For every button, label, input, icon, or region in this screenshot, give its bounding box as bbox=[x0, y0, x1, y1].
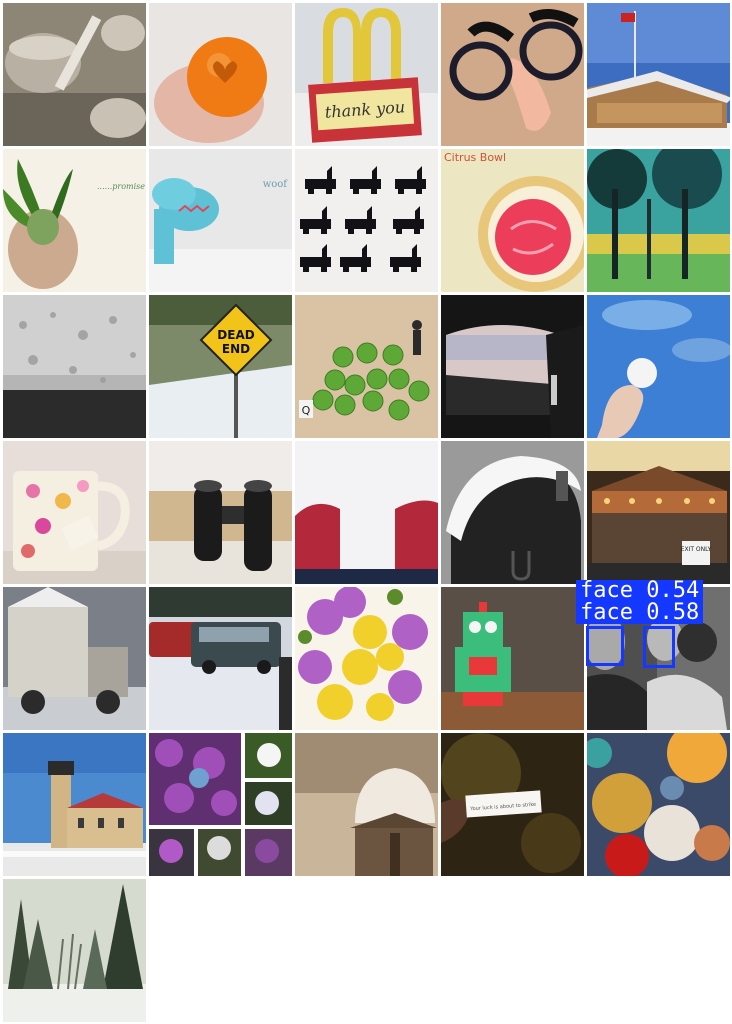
hyacinth-bulb-photo[interactable]: ......promise bbox=[3, 149, 146, 292]
blue-toy-dog-photo[interactable]: woof bbox=[149, 149, 292, 292]
face-detection-label: face 0.54 bbox=[576, 580, 704, 602]
orange-heart-photo[interactable] bbox=[149, 3, 292, 146]
q-letter: Q bbox=[302, 404, 311, 417]
mcdonalds-thank-you-sign-photo[interactable]: thank you bbox=[295, 3, 438, 146]
snowy-forest-photo[interactable] bbox=[3, 879, 146, 1022]
green-peas-figurine-photo[interactable]: Q bbox=[295, 295, 438, 438]
face-detection-box bbox=[586, 626, 624, 666]
cotton-ball-sky-photo[interactable] bbox=[587, 295, 730, 438]
woof-caption: woof bbox=[263, 179, 289, 190]
car-mirror-photo[interactable] bbox=[441, 295, 584, 438]
floral-mug-photo[interactable] bbox=[3, 441, 146, 584]
citrus-bowl-caption: Citrus Bowl bbox=[444, 151, 506, 164]
exit-only-sign: EXIT ONLY bbox=[681, 546, 712, 553]
flower-collage-photo[interactable] bbox=[149, 733, 292, 876]
tinted-trees-photo[interactable] bbox=[587, 149, 730, 292]
dead-text: DEAD bbox=[217, 328, 254, 342]
snowy-parking-lot-photo[interactable] bbox=[149, 587, 292, 730]
snowy-mailbox-photo[interactable] bbox=[441, 441, 584, 584]
groucho-glasses-photo[interactable] bbox=[441, 3, 584, 146]
end-text: END bbox=[222, 342, 250, 356]
red-boots-snow-photo[interactable] bbox=[295, 441, 438, 584]
baking-brush-photo[interactable] bbox=[3, 3, 146, 146]
face-detection-box bbox=[643, 626, 675, 668]
citrus-bowl-photo[interactable]: Citrus Bowl bbox=[441, 149, 584, 292]
rainy-window-photo[interactable] bbox=[3, 295, 146, 438]
black-scottie-candies-photo[interactable] bbox=[295, 149, 438, 292]
green-robot-toy-photo[interactable] bbox=[441, 587, 584, 730]
colorful-bubbles-photo[interactable] bbox=[587, 733, 730, 876]
yellow-purple-flowers-photo[interactable] bbox=[295, 587, 438, 730]
dead-end-sign-photo[interactable]: DEAD END bbox=[149, 295, 292, 438]
binoculars-photo[interactable] bbox=[149, 441, 292, 584]
lighthouse-photo[interactable] bbox=[3, 733, 146, 876]
face-detection-label: face 0.58 bbox=[576, 602, 704, 624]
flag-lodge-photo[interactable] bbox=[587, 3, 730, 146]
fortune-cookie-photo[interactable]: Your luck is about to strike bbox=[441, 733, 584, 876]
snow-plow-truck-photo[interactable] bbox=[3, 587, 146, 730]
carousel-photo[interactable]: EXIT ONLY bbox=[587, 441, 730, 584]
photo-grid: thank you ......promise woof Citrus Bowl… bbox=[0, 0, 732, 1024]
snow-birdhouse-photo[interactable] bbox=[295, 733, 438, 876]
promise-caption: ......promise bbox=[97, 182, 145, 191]
